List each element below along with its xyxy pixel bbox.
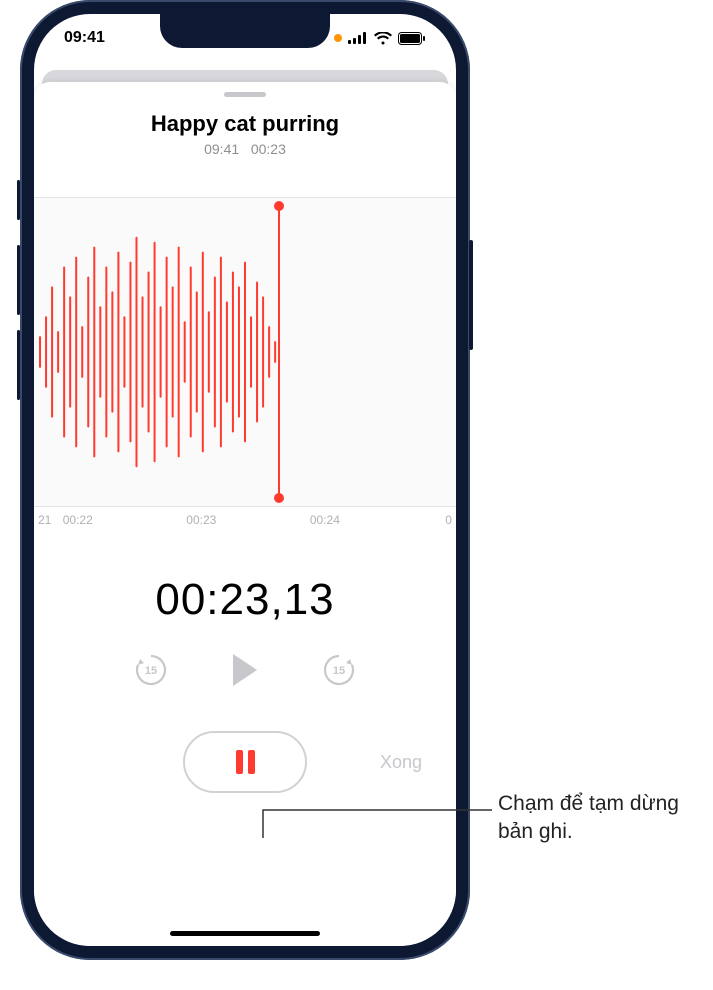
play-button[interactable] <box>226 651 264 689</box>
ruler-tick: 00:23 <box>186 513 310 527</box>
battery-icon <box>398 32 426 45</box>
recording-clock: 09:41 <box>204 141 239 157</box>
svg-text:15: 15 <box>145 665 157 677</box>
bottom-row: Xong <box>34 731 456 793</box>
notch <box>160 14 330 48</box>
ruler-tick: 00:22 <box>63 513 187 527</box>
recording-duration: 00:23 <box>251 141 286 157</box>
elapsed-timer: 00:23,13 <box>34 575 456 625</box>
ruler-tick: 0 <box>433 513 452 527</box>
ruler-tick: 00:24 <box>310 513 434 527</box>
phone-frame: 09:41 Happy cat purring 09:41 00:23 <box>20 0 470 960</box>
power-button[interactable] <box>469 240 473 350</box>
status-time: 09:41 <box>64 29 105 47</box>
status-right <box>334 32 426 45</box>
phone-screen: 09:41 Happy cat purring 09:41 00:23 <box>34 14 456 946</box>
mic-indicator-icon <box>334 34 342 42</box>
recording-meta: 09:41 00:23 <box>34 141 456 157</box>
callout-label: Chạm để tạm dừng bản ghi. <box>498 790 703 847</box>
svg-text:15: 15 <box>333 665 345 677</box>
time-ruler: 21 00:22 00:23 00:24 0 <box>34 507 456 527</box>
pause-button[interactable] <box>183 731 307 793</box>
home-indicator[interactable] <box>170 931 320 936</box>
waveform-area[interactable] <box>34 197 456 507</box>
recording-title[interactable]: Happy cat purring <box>34 111 456 137</box>
playhead[interactable] <box>278 206 280 498</box>
ruler-tick: 21 <box>38 513 63 527</box>
sheet-grabber[interactable] <box>224 92 266 97</box>
volume-up-button[interactable] <box>17 245 20 315</box>
skip-back-15-button[interactable]: 15 <box>132 651 170 689</box>
transport-controls: 15 15 <box>34 651 456 689</box>
skip-forward-15-button[interactable]: 15 <box>320 651 358 689</box>
done-button[interactable]: Xong <box>380 752 422 773</box>
mute-switch[interactable] <box>17 180 20 220</box>
recording-sheet: Happy cat purring 09:41 00:23 <box>34 82 456 946</box>
waveform-icon <box>34 198 456 506</box>
cellular-icon <box>348 32 368 44</box>
wifi-icon <box>374 32 392 45</box>
volume-down-button[interactable] <box>17 330 20 400</box>
pause-icon <box>236 750 255 774</box>
